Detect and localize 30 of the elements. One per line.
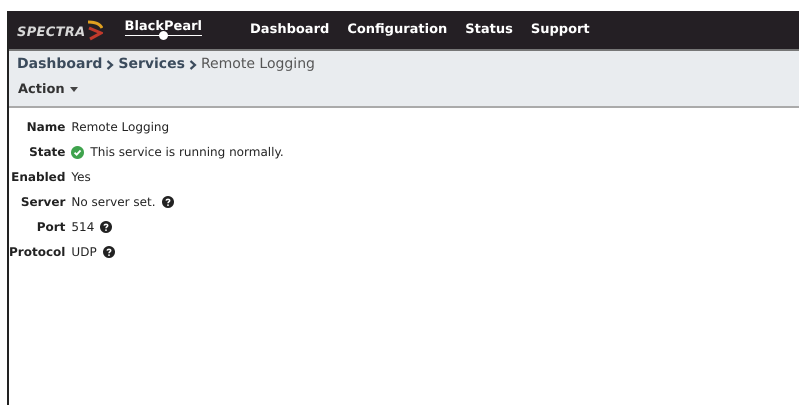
breadcrumb-current: Remote Logging [200,55,315,74]
field-label: Enabled [10,169,66,186]
field-label: Name [26,119,66,136]
swoosh-icon [86,19,103,41]
nav-link[interactable]: Support [530,20,590,40]
field-value: This service is running normally. [90,144,284,161]
chevron-right-icon [188,60,197,70]
nav-link[interactable]: Status [465,20,513,40]
nav-link[interactable]: Dashboard [250,20,330,40]
field-label: Server [20,194,66,211]
breadcrumb-link[interactable]: Services [118,54,185,75]
product-name: BlackPearl [124,18,202,36]
field-value: No server set. [71,194,156,211]
logo-text[interactable]: SPECTRA [17,17,86,43]
field-label: Port [36,219,66,236]
caret-down-icon [70,87,78,92]
breadcrumb-link[interactable]: Dashboard [17,54,102,75]
field-value: Remote Logging [71,119,170,136]
help-icon[interactable] [102,246,115,258]
field-label: State [28,144,66,161]
help-icon[interactable] [162,196,174,208]
field-value: 514 [71,219,94,236]
field-value: UDP [71,244,97,261]
action-menu-button[interactable]: Action [18,80,78,100]
field-label: Protocol [9,244,66,261]
chevron-right-icon [106,60,114,70]
help-icon[interactable] [100,221,112,233]
check-circle-icon [71,146,84,158]
nav-link[interactable]: Configuration [347,20,448,40]
field-value: Yes [71,169,91,186]
